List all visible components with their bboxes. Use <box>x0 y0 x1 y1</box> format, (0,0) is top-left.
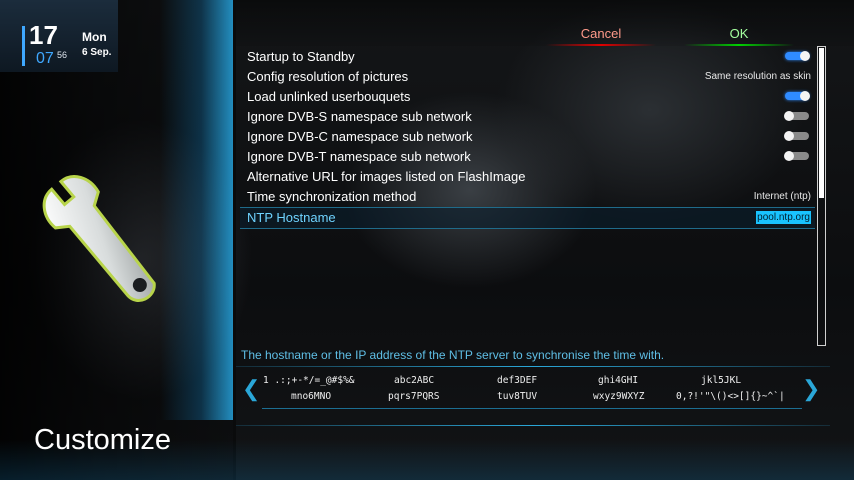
setting-ignore-dvb-t[interactable]: Ignore DVB-T namespace sub network <box>240 147 815 167</box>
setting-label: Ignore DVB-C namespace sub network <box>247 129 473 144</box>
toggle-knob <box>800 51 810 61</box>
key-3-def[interactable]: def3DEF <box>497 375 537 386</box>
toggle-switch[interactable] <box>784 131 809 141</box>
toggle-knob <box>800 91 810 101</box>
key-2-abc[interactable]: abc2ABC <box>394 375 434 386</box>
keyboard-right-arrow[interactable]: ❯ <box>802 376 820 402</box>
settings-list: Startup to Standby Config resolution of … <box>240 47 815 229</box>
scrollbar[interactable] <box>817 46 826 346</box>
toggle-knob <box>784 151 794 161</box>
setting-time-sync-method[interactable]: Time synchronization method Internet (nt… <box>240 187 815 207</box>
wrench-icon <box>42 175 156 302</box>
scrollbar-thumb[interactable] <box>819 48 824 198</box>
key-5-jkl[interactable]: jkl5JKL <box>701 375 741 386</box>
setting-ntp-hostname[interactable]: NTP Hostname pool.ntp.org <box>240 207 815 229</box>
clock-day: Mon <box>82 30 107 44</box>
ok-color-bar <box>684 44 794 46</box>
ntp-hostname-input[interactable]: pool.ntp.org <box>756 211 811 224</box>
key-1-symbols[interactable]: 1 .:;+-*/=_@#$%& <box>263 375 355 386</box>
toggle-switch[interactable] <box>784 111 809 121</box>
clock-seconds: 56 <box>57 50 68 60</box>
screen-title: Customize <box>34 424 171 456</box>
ok-button[interactable]: OK <box>684 26 794 46</box>
clock-minutes: 07 <box>36 50 54 67</box>
toggle-knob <box>784 111 794 121</box>
cancel-color-bar <box>546 44 656 46</box>
cancel-label: Cancel <box>580 26 622 41</box>
toggle-switch[interactable] <box>785 51 810 61</box>
setting-ignore-dvb-s[interactable]: Ignore DVB-S namespace sub network <box>240 107 815 127</box>
setting-label: Load unlinked userbouquets <box>247 89 411 104</box>
keyboard-left-arrow[interactable]: ❮ <box>242 376 260 402</box>
toggle-knob <box>784 131 794 141</box>
divider <box>233 0 236 480</box>
setting-value: Internet (ntp) <box>753 191 811 202</box>
help-text: The hostname or the IP address of the NT… <box>241 348 665 362</box>
key-7-pqrs[interactable]: pqrs7PQRS <box>388 391 439 402</box>
key-4-ghi[interactable]: ghi4GHI <box>598 375 638 386</box>
key-6-mno[interactable]: mno6MNO <box>291 391 331 402</box>
setting-label: Alternative URL for images listed on Fla… <box>247 169 526 184</box>
clock-hour: 17 <box>29 20 58 50</box>
key-0-symbols[interactable]: 0,?!'"\()<>[]{}~^`| <box>676 391 785 402</box>
keyboard-bottom-border <box>236 425 830 426</box>
setting-startup-to-standby[interactable]: Startup to Standby <box>240 47 815 67</box>
key-9-wxyz[interactable]: wxyz9WXYZ <box>593 391 644 402</box>
setting-label: Ignore DVB-S namespace sub network <box>247 109 472 124</box>
clock-date: 6 Sep. <box>82 47 112 58</box>
setting-value: Same resolution as skin <box>704 71 811 82</box>
keyboard-top-border <box>236 366 830 367</box>
keyboard-row-divider <box>262 408 802 409</box>
setting-config-resolution[interactable]: Config resolution of pictures Same resol… <box>240 67 815 87</box>
toggle-switch[interactable] <box>784 151 809 161</box>
key-8-tuv[interactable]: tuv8TUV <box>497 391 537 402</box>
cancel-button[interactable]: Cancel <box>546 26 656 46</box>
setting-label: Time synchronization method <box>247 189 417 204</box>
clock-panel: 17 07 56 Mon 6 Sep. <box>0 0 118 72</box>
setting-label: NTP Hostname <box>247 210 336 225</box>
setting-label: Startup to Standby <box>247 49 355 64</box>
clock-accent-line <box>22 26 25 66</box>
ok-label: OK <box>729 26 749 41</box>
setting-label: Config resolution of pictures <box>247 69 409 84</box>
setting-ignore-dvb-c[interactable]: Ignore DVB-C namespace sub network <box>240 127 815 147</box>
setting-alternative-url[interactable]: Alternative URL for images listed on Fla… <box>240 167 815 187</box>
setting-load-unlinked-userbouquets[interactable]: Load unlinked userbouquets <box>240 87 815 107</box>
toggle-switch[interactable] <box>785 91 810 101</box>
setting-label: Ignore DVB-T namespace sub network <box>247 149 471 164</box>
